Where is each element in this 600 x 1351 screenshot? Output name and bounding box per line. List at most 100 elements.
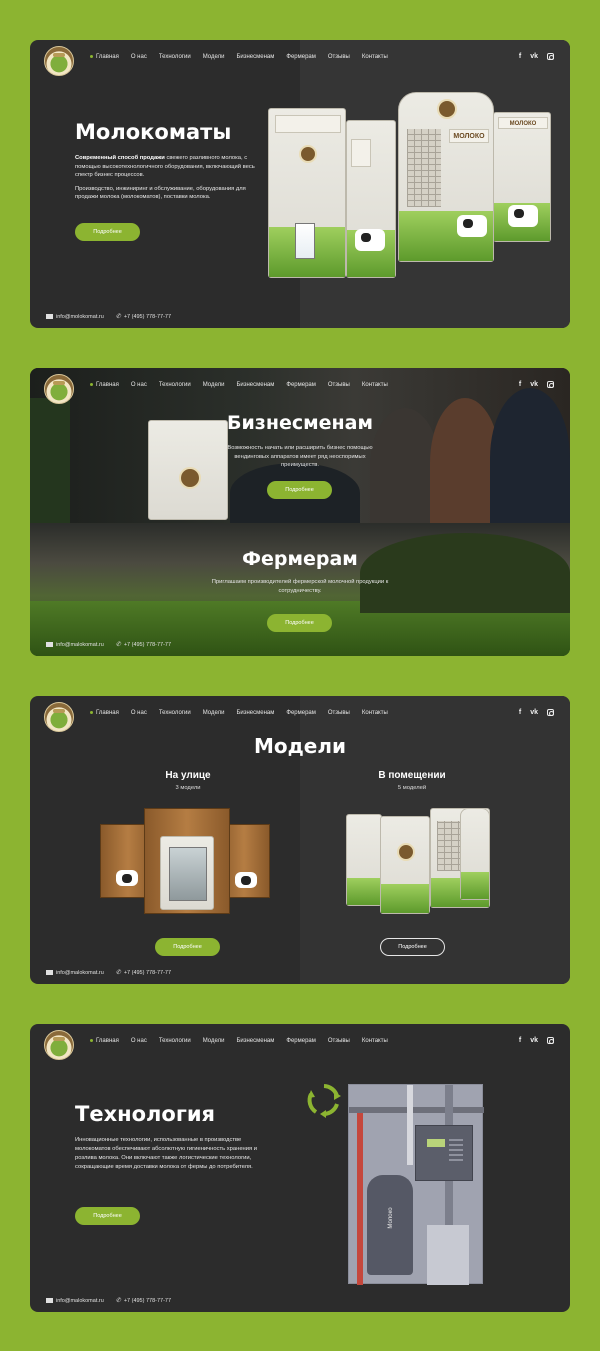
- phone-icon: ✆: [115, 970, 121, 976]
- nav-item-home[interactable]: Главная: [90, 381, 119, 389]
- farmers-text: Приглашаем производителей фермерской мол…: [211, 579, 389, 594]
- phone-link[interactable]: ✆ +7 (495) 778-77-77: [116, 969, 171, 976]
- nav-item-business[interactable]: Бизнесменам: [236, 1037, 274, 1045]
- page-title: Молокоматы: [75, 120, 232, 144]
- instagram-icon[interactable]: [547, 1037, 554, 1044]
- nav-item-technologies[interactable]: Технологии: [159, 381, 191, 389]
- social-links: f vk: [519, 709, 554, 717]
- hero-text-2: Производство, инжиниринг и обслуживание,…: [75, 185, 246, 201]
- social-links: f vk: [519, 53, 554, 61]
- main-nav: Главная О нас Технологии Модели Бизнесме…: [90, 709, 400, 717]
- farmers-more-button[interactable]: Подробнее: [267, 614, 332, 632]
- technology-more-button[interactable]: Подробнее: [75, 1207, 140, 1225]
- contacts-footer: info@malokomat.ru ✆ +7 (495) 778-77-77: [46, 969, 171, 976]
- milk-tank-illustration: Молоко: [348, 1084, 484, 1285]
- logo[interactable]: [44, 1030, 74, 1060]
- nav-item-reviews[interactable]: Отзывы: [328, 53, 350, 61]
- nav-item-models[interactable]: Модели: [203, 381, 225, 389]
- nav-item-technologies[interactable]: Технологии: [159, 709, 191, 717]
- vk-icon[interactable]: vk: [530, 53, 538, 61]
- hero-description: Современный способ продажи свежего разли…: [75, 154, 265, 207]
- nav-item-reviews[interactable]: Отзывы: [328, 1037, 350, 1045]
- social-links: f vk: [519, 1037, 554, 1045]
- technology-panel: Главная О нас Технологии Модели Бизнесме…: [30, 1024, 570, 1312]
- business-more-button[interactable]: Подробнее: [267, 481, 332, 499]
- phone-link[interactable]: ✆ +7 (495) 778-77-77: [116, 313, 171, 320]
- nav-item-models[interactable]: Модели: [203, 1037, 225, 1045]
- nav-item-business[interactable]: Бизнесменам: [236, 709, 274, 717]
- nav-item-models[interactable]: Модели: [203, 709, 225, 717]
- farmers-title: Фермерам: [242, 548, 358, 570]
- outdoor-more-button[interactable]: Подробнее: [155, 938, 220, 956]
- nav-item-business[interactable]: Бизнесменам: [236, 53, 274, 61]
- facebook-icon[interactable]: f: [519, 1037, 521, 1045]
- nav-item-contacts[interactable]: Контакты: [362, 709, 388, 717]
- models-panel: Главная О нас Технологии Модели Бизнесме…: [30, 696, 570, 984]
- contacts-footer: info@molokomat.ru ✆ +7 (495) 778-77-77: [46, 313, 171, 320]
- email-link[interactable]: info@malokomat.ru: [46, 1298, 104, 1304]
- logo[interactable]: [44, 46, 74, 76]
- phone-link[interactable]: ✆ +7 (495) 778-77-77: [116, 641, 171, 648]
- email-link[interactable]: info@molokomat.ru: [46, 314, 104, 320]
- nav-item-contacts[interactable]: Контакты: [362, 53, 388, 61]
- phone-icon: ✆: [115, 314, 121, 320]
- business-title: Бизнесменам: [226, 412, 373, 434]
- main-nav: Главная О нас Технологии Модели Бизнесме…: [90, 53, 400, 61]
- nav-item-farmers[interactable]: Фермерам: [286, 709, 316, 717]
- contacts-footer: info@malokomat.ru ✆ +7 (495) 778-77-77: [46, 641, 171, 648]
- envelope-icon: [46, 641, 53, 647]
- nav-item-reviews[interactable]: Отзывы: [328, 381, 350, 389]
- social-links: f vk: [519, 381, 554, 389]
- instagram-icon[interactable]: [547, 709, 554, 716]
- nav-item-about[interactable]: О нас: [131, 53, 147, 61]
- nav-item-home[interactable]: Главная: [90, 53, 119, 61]
- main-nav: Главная О нас Технологии Модели Бизнесме…: [90, 1037, 400, 1045]
- nav-item-farmers[interactable]: Фермерам: [286, 1037, 316, 1045]
- nav-item-home[interactable]: Главная: [90, 1037, 119, 1045]
- nav-item-farmers[interactable]: Фермерам: [286, 53, 316, 61]
- tank-label: Молоко: [388, 1207, 394, 1229]
- nav-item-models[interactable]: Модели: [203, 53, 225, 61]
- vk-icon[interactable]: vk: [530, 1037, 538, 1045]
- envelope-icon: [46, 1297, 53, 1303]
- indoor-title: В помещении: [378, 770, 446, 781]
- instagram-icon[interactable]: [547, 53, 554, 60]
- email-link[interactable]: info@malokomat.ru: [46, 970, 104, 976]
- models-title: Модели: [253, 734, 347, 758]
- logo[interactable]: [44, 374, 74, 404]
- phone-icon: ✆: [115, 1298, 121, 1304]
- outdoor-count: 3 модели: [175, 785, 201, 791]
- recycle-icon: [307, 1084, 341, 1118]
- logo[interactable]: [44, 702, 74, 732]
- phone-link[interactable]: ✆ +7 (495) 778-77-77: [116, 1297, 171, 1304]
- nav-item-contacts[interactable]: Контакты: [362, 381, 388, 389]
- nav-item-about[interactable]: О нас: [131, 1037, 147, 1045]
- nav-item-business[interactable]: Бизнесменам: [236, 381, 274, 389]
- main-nav: Главная О нас Технологии Модели Бизнесме…: [90, 381, 400, 389]
- nav-item-about[interactable]: О нас: [131, 381, 147, 389]
- hero-molokomaty-panel: Главная О нас Технологии Модели Бизнесме…: [30, 40, 570, 328]
- indoor-count: 5 моделей: [397, 785, 427, 791]
- nav-item-farmers[interactable]: Фермерам: [286, 381, 316, 389]
- email-link[interactable]: info@malokomat.ru: [46, 642, 104, 648]
- nav-item-about[interactable]: О нас: [131, 709, 147, 717]
- business-farmers-panel: Главная О нас Технологии Модели Бизнесме…: [30, 368, 570, 656]
- nav-item-technologies[interactable]: Технологии: [159, 1037, 191, 1045]
- facebook-icon[interactable]: f: [519, 709, 521, 717]
- vk-icon[interactable]: vk: [530, 709, 538, 717]
- facebook-icon[interactable]: f: [519, 53, 521, 61]
- nav-item-reviews[interactable]: Отзывы: [328, 709, 350, 717]
- facebook-icon[interactable]: f: [519, 381, 521, 389]
- nav-item-home[interactable]: Главная: [90, 709, 119, 717]
- outdoor-title: На улице: [165, 770, 211, 781]
- technology-title: Технология: [75, 1102, 216, 1126]
- instagram-icon[interactable]: [547, 381, 554, 388]
- nav-item-technologies[interactable]: Технологии: [159, 53, 191, 61]
- business-text: Возможность начать или расширить бизнес …: [227, 445, 373, 468]
- vk-icon[interactable]: vk: [530, 381, 538, 389]
- indoor-more-button[interactable]: Подробнее: [380, 938, 445, 956]
- technology-text: Инновационные технологии, использованные…: [75, 1137, 257, 1170]
- more-button[interactable]: Подробнее: [75, 223, 140, 241]
- milk-label: МОЛОКО: [449, 129, 489, 143]
- nav-item-contacts[interactable]: Контакты: [362, 1037, 388, 1045]
